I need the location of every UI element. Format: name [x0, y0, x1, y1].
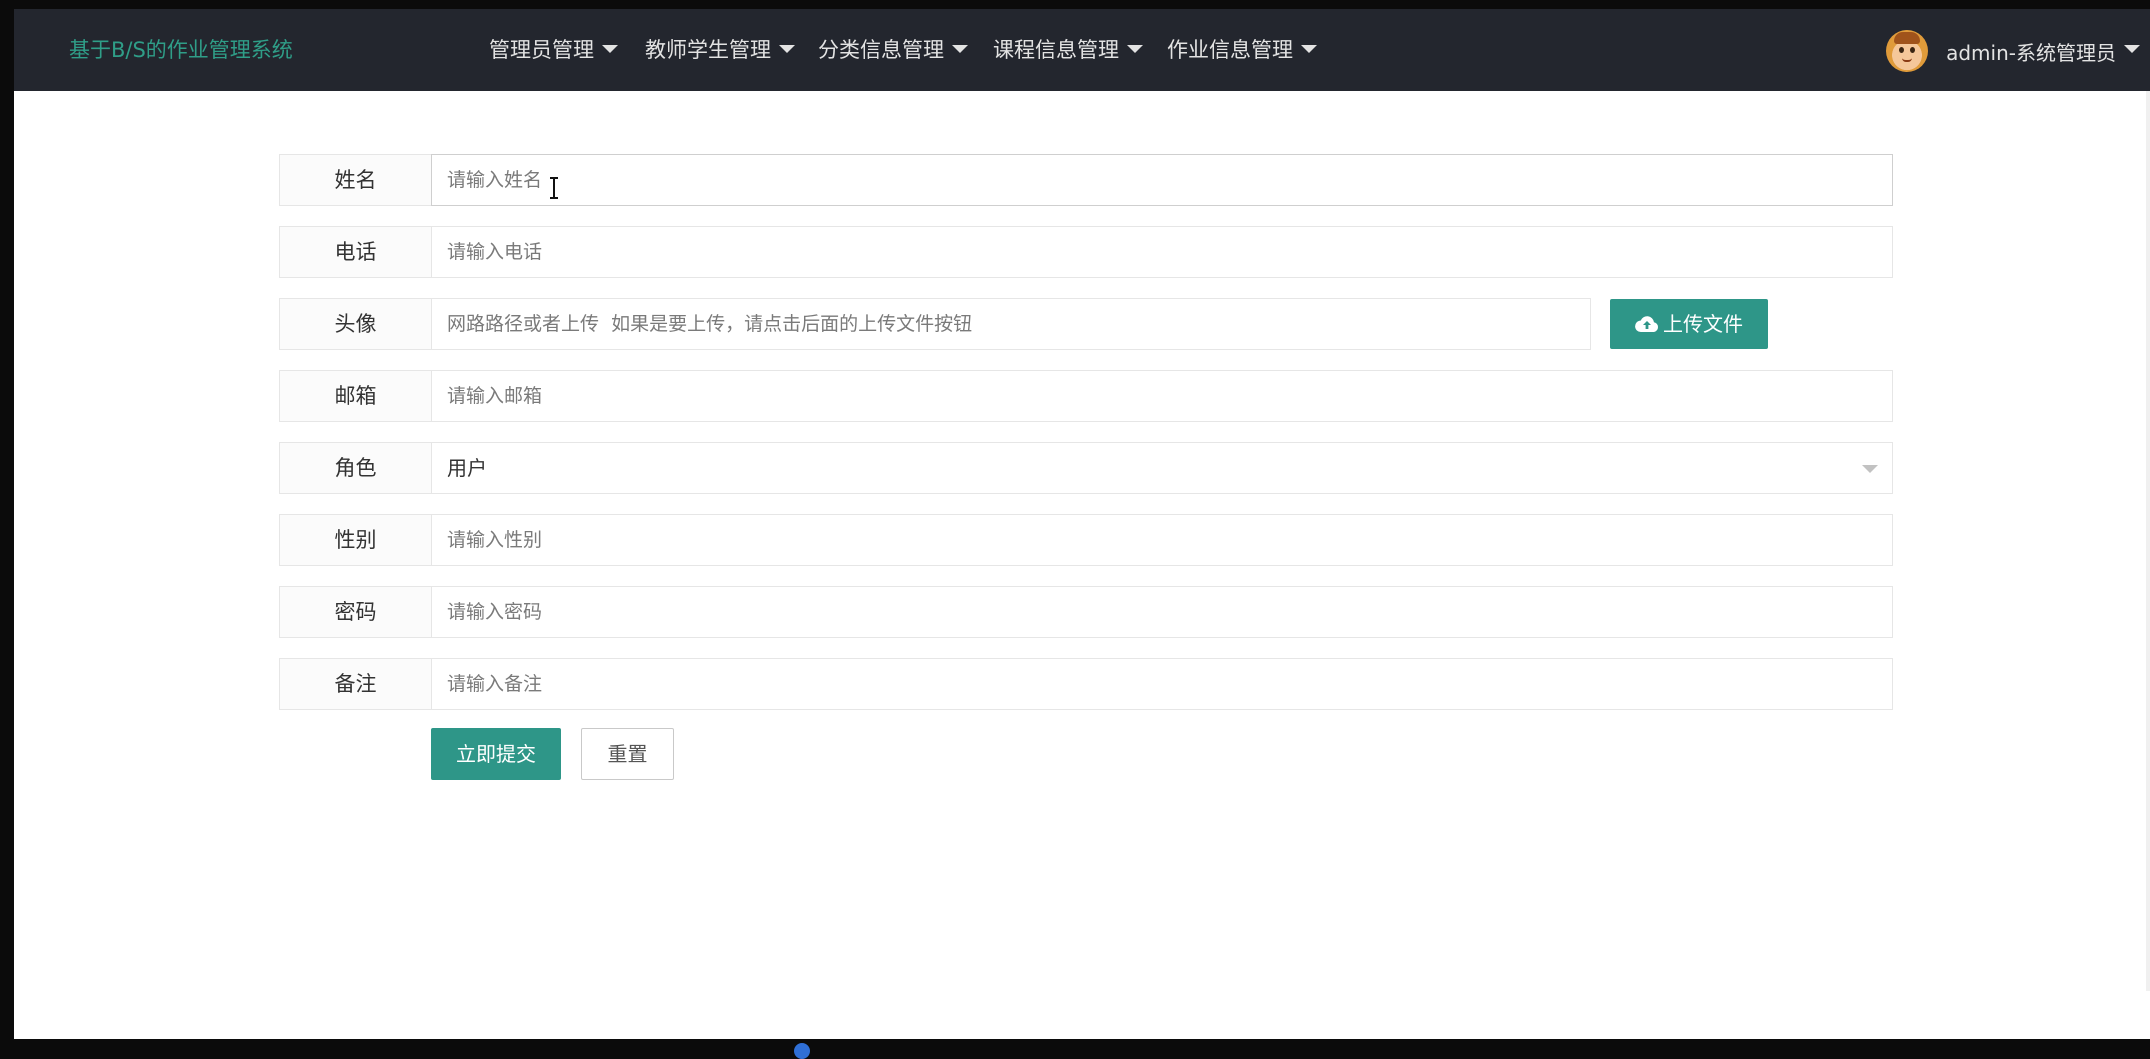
form-row-password: 密码 [279, 586, 1893, 638]
chevron-down-icon [1862, 465, 1878, 473]
nav-menu-label: 作业信息管理 [1167, 38, 1293, 62]
submit-button[interactable]: 立即提交 [431, 728, 561, 780]
upload-file-button[interactable]: 上传文件 [1610, 299, 1768, 349]
cloud-upload-icon [1635, 315, 1659, 332]
avatar-eye [1899, 47, 1905, 53]
browser-viewport: 基于B/S的作业管理系统 管理员管理 教师学生管理 分类信息管理 课程信息管理 … [14, 9, 2150, 1039]
gender-input[interactable] [431, 514, 1893, 566]
remark-input[interactable] [431, 658, 1893, 710]
top-navbar: 基于B/S的作业管理系统 管理员管理 教师学生管理 分类信息管理 课程信息管理 … [14, 9, 2150, 91]
password-input[interactable] [431, 586, 1893, 638]
role-label: 角色 [279, 442, 432, 494]
app-brand[interactable]: 基于B/S的作业管理系统 [69, 35, 293, 65]
name-input[interactable] [431, 154, 1893, 206]
nav-menu-label: 管理员管理 [489, 38, 594, 62]
nav-menu-homework-management[interactable]: 作业信息管理 [1167, 35, 1317, 65]
nav-menu-course-management[interactable]: 课程信息管理 [993, 35, 1143, 65]
gender-label: 性别 [279, 514, 432, 566]
user-name: admin-系统管理员 [1946, 40, 2116, 65]
nav-menu-label: 教师学生管理 [645, 38, 771, 62]
text-cursor-icon [550, 177, 558, 199]
caret-down-icon [2124, 45, 2140, 53]
scrollbar[interactable] [2146, 91, 2150, 991]
avatar-mouth [1902, 58, 1913, 62]
avatar [1886, 30, 1929, 72]
nav-menu-teacher-student-management[interactable]: 教师学生管理 [645, 35, 795, 65]
avatar-label: 头像 [279, 298, 432, 350]
role-select[interactable]: 用户 [431, 442, 1893, 494]
nav-menu-admin-management[interactable]: 管理员管理 [489, 35, 618, 65]
nav-menu-label: 课程信息管理 [993, 38, 1119, 62]
phone-input[interactable] [431, 226, 1893, 278]
caret-down-icon [952, 45, 968, 53]
caret-down-icon [1301, 45, 1317, 53]
role-selected-value: 用户 [447, 456, 487, 480]
name-label: 姓名 [279, 154, 432, 206]
email-label: 邮箱 [279, 370, 432, 422]
caret-down-icon [1127, 45, 1143, 53]
form-row-name: 姓名 [279, 154, 1893, 206]
reset-button[interactable]: 重置 [581, 728, 674, 780]
caret-down-icon [779, 45, 795, 53]
form-row-phone: 电话 [279, 226, 1893, 278]
password-label: 密码 [279, 586, 432, 638]
email-input[interactable] [431, 370, 1893, 422]
form-row-role: 角色 用户 [279, 442, 1893, 494]
user-menu[interactable]: admin-系统管理员 [1886, 30, 2140, 72]
form-row-gender: 性别 [279, 514, 1893, 566]
taskbar-indicator-icon [794, 1043, 810, 1059]
phone-label: 电话 [279, 226, 432, 278]
avatar-eye [1910, 47, 1916, 53]
upload-file-label: 上传文件 [1663, 312, 1743, 336]
form-row-remark: 备注 [279, 658, 1893, 710]
nav-menu-category-management[interactable]: 分类信息管理 [818, 35, 968, 65]
form-row-email: 邮箱 [279, 370, 1893, 422]
avatar-url-input[interactable] [431, 298, 1591, 350]
nav-menu-label: 分类信息管理 [818, 38, 944, 62]
caret-down-icon [602, 45, 618, 53]
remark-label: 备注 [279, 658, 432, 710]
form-row-avatar: 头像 上传文件 [279, 298, 1893, 350]
avatar-hair [1894, 32, 1921, 44]
